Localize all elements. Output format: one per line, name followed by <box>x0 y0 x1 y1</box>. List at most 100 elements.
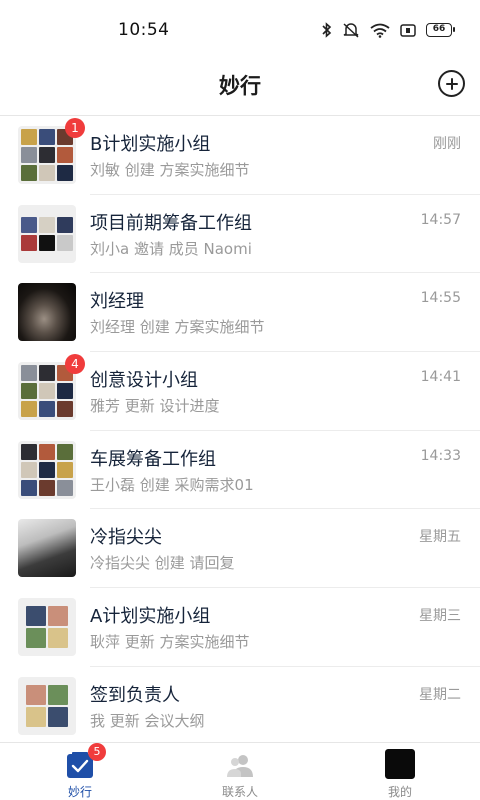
avatar-tile <box>21 129 37 145</box>
conversation-avatar <box>18 598 76 657</box>
avatar-tile <box>26 628 46 649</box>
conversation-time: 星期二 <box>419 686 461 703</box>
conversation-row[interactable]: A计划实施小组耿萍 更新 方案实施细节 星期三 <box>0 588 480 667</box>
conversation-title: 刘经理 <box>90 291 144 313</box>
conversation-subtitle: 刘经理 创建 方案实施细节 <box>90 318 265 337</box>
status-icons: 66 <box>322 22 455 38</box>
conversation-row[interactable]: 4 创意设计小组雅芳 更新 设计进度 14:41 <box>0 352 480 431</box>
conversation-avatar <box>18 676 76 735</box>
avatar-tile <box>21 365 37 382</box>
conversation-subtitle: 我 更新 会议大纲 <box>90 711 205 730</box>
battery-icon: 66 <box>426 23 455 37</box>
avatar-tile <box>57 165 73 181</box>
conversation-subtitle: 刘敏 创建 方案实施细节 <box>90 161 250 179</box>
avatar-tile <box>39 383 55 400</box>
conversation-list: 1 B计划实施小组刘敏 创建 方案实施细节 刚刚项目前期筹备工作组 刘小a 邀请 成员… <box>0 116 480 746</box>
conversation-title: 创意设计小组 <box>90 370 198 392</box>
unread-badge: 1 <box>65 118 85 138</box>
avatar-tile <box>48 606 68 627</box>
avatar-tile <box>39 165 55 181</box>
conversation-time: 14:33 <box>420 447 461 464</box>
header: 妙行 <box>0 58 480 116</box>
avatar-tile <box>21 479 37 496</box>
avatar-tile <box>21 234 37 251</box>
avatar-tile <box>26 606 46 627</box>
tab-profile[interactable]: 我的 <box>320 743 480 800</box>
conversation-title: B计划实施小组 <box>90 134 211 155</box>
conversation-avatar <box>18 283 76 342</box>
conversation-title: 项目前期筹备工作组 <box>90 212 252 234</box>
conversation-time: 星期三 <box>419 608 461 625</box>
tab-contacts[interactable]: 联系人 <box>160 743 320 800</box>
conversation-row[interactable]: 冷指尖尖冷指尖尖 创建 请回复 星期五 <box>0 509 480 589</box>
avatar-tile <box>21 443 37 460</box>
bottom-tab-bar: 5 妙行 联系人 我的 <box>0 742 480 800</box>
conversation-title: 签到负责人 <box>90 684 180 706</box>
avatar-tile <box>48 684 68 705</box>
conversation-row[interactable]: 刘经理刘经理 创建 方案实施细节 14:55 <box>0 273 480 353</box>
avatar-tile <box>26 706 46 727</box>
tab-label: 我的 <box>387 785 412 799</box>
sim-icon <box>400 23 416 37</box>
contacts-icon <box>227 755 253 777</box>
avatar-tile <box>21 461 37 478</box>
conversation-avatar <box>18 519 76 578</box>
avatar-tile <box>21 216 37 233</box>
avatar-tile <box>39 365 55 382</box>
mute-icon <box>343 23 359 38</box>
avatar-tile <box>48 628 68 649</box>
avatar-tile <box>57 383 73 400</box>
avatar-tile <box>21 401 37 418</box>
conversation-row[interactable]: 签到负责人我 更新 会议大纲 星期二 <box>0 667 480 746</box>
conversation-title: 冷指尖尖 <box>90 527 162 549</box>
conversation-row[interactable]: 项目前期筹备工作组 刘小a 邀请 成员 Naomi 14:57 <box>0 195 480 274</box>
conversation-subtitle: 耿萍 更新 方案实施细节 <box>90 633 250 652</box>
tab-label: 联系人 <box>221 785 258 799</box>
tab-badge: 5 <box>88 743 106 761</box>
conversation-avatar <box>18 440 76 499</box>
avatar-tile <box>39 234 55 251</box>
avatar-tile <box>39 147 55 163</box>
avatar-tile <box>57 461 73 478</box>
conversation-row[interactable]: 1 B计划实施小组刘敏 创建 方案实施细节 刚刚 <box>0 116 480 195</box>
wifi-icon <box>370 23 390 38</box>
conversation-time: 星期五 <box>419 529 461 546</box>
avatar-tile <box>39 129 55 145</box>
conversation-avatar <box>18 204 76 263</box>
bluetooth-icon <box>322 22 332 38</box>
avatar-tile <box>57 401 73 418</box>
conversation-subtitle: 刘小a 邀请 成员 Naomi <box>90 239 252 258</box>
tab-miaoxing[interactable]: 5 妙行 <box>0 743 160 800</box>
avatar-tile <box>57 234 73 251</box>
avatar-tile <box>39 461 55 478</box>
avatar-tile <box>39 479 55 496</box>
avatar-tile <box>39 401 55 418</box>
avatar-tile <box>39 443 55 460</box>
avatar-tile <box>39 216 55 233</box>
avatar-tile <box>21 147 37 163</box>
page-title: 妙行 <box>219 74 261 98</box>
avatar-tile <box>21 165 37 181</box>
avatar-tile <box>26 684 46 705</box>
conversation-subtitle: 王小磊 创建 采购需求01 <box>90 475 254 494</box>
avatar-tile <box>57 479 73 496</box>
conversation-title: 车展筹备工作组 <box>90 448 216 470</box>
avatar-tile <box>21 383 37 400</box>
add-button[interactable] <box>438 70 465 97</box>
conversation-title: A计划实施小组 <box>90 606 211 628</box>
conversation-subtitle: 雅芳 更新 设计进度 <box>90 397 220 416</box>
conversation-row[interactable]: 车展筹备工作组王小磊 创建 采购需求01 14:33 <box>0 431 480 510</box>
conversation-subtitle: 冷指尖尖 创建 请回复 <box>90 554 235 573</box>
status-bar: 10:54 66 <box>0 0 480 58</box>
conversation-time: 刚刚 <box>433 136 461 152</box>
status-time: 10:54 <box>118 20 170 40</box>
profile-icon <box>385 749 415 779</box>
avatar-tile <box>57 216 73 233</box>
conversation-time: 14:41 <box>420 369 461 386</box>
tab-label: 妙行 <box>67 785 92 799</box>
avatar-tile <box>57 147 73 163</box>
avatar-tile <box>48 706 68 727</box>
conversation-time: 14:55 <box>420 290 461 307</box>
unread-badge: 4 <box>65 354 85 375</box>
avatar-tile <box>57 443 73 460</box>
